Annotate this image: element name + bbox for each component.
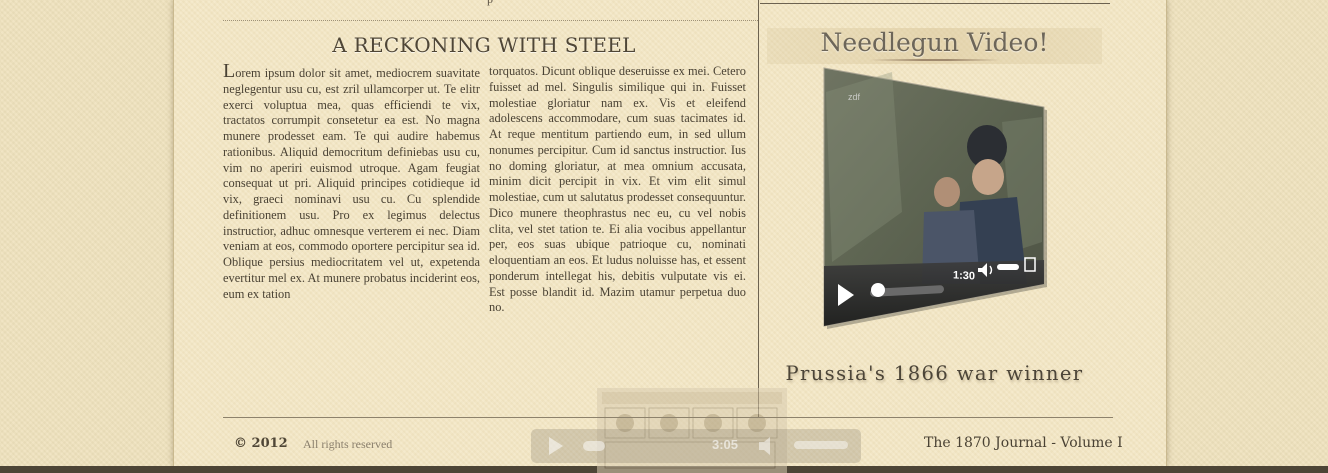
- article-column-1-text: orem ipsum dolor sit amet, mediocrem sua…: [223, 66, 480, 301]
- video-heading: Needlegun Video!: [820, 28, 1049, 57]
- mini-player-time: 3:05: [712, 437, 739, 452]
- video-frame: zdf: [823, 67, 1047, 329]
- footer-rule: [223, 417, 1113, 418]
- mini-progress-knob: [583, 441, 605, 451]
- video-progress-knob: [871, 283, 885, 297]
- footer-rights: All rights reserved: [303, 437, 393, 451]
- article-title: A RECKONING WITH STEEL: [332, 33, 636, 57]
- video-caption: Prussia's 1866 war winner: [785, 362, 1084, 385]
- drop-cap: L: [223, 60, 236, 82]
- video-player[interactable]: zdf 1:30: [812, 62, 1062, 342]
- mini-play-icon: [549, 437, 563, 455]
- column-divider: [758, 0, 759, 418]
- video-time: 1:30: [953, 269, 976, 283]
- volume-slider: [997, 264, 1019, 270]
- article-column-2: torquatos. Dicunt oblique deseruisse ex …: [489, 64, 746, 315]
- top-crumb-text: p: [487, 0, 493, 7]
- footer-copyright: © 2012: [234, 436, 288, 451]
- heading-flourish: [870, 59, 1000, 61]
- svg-text:zdf: zdf: [848, 92, 861, 102]
- background-mini-controls: [549, 437, 848, 455]
- footer-journal-name: The 1870 Journal - Volume I: [924, 435, 1123, 451]
- top-rule-right: [760, 3, 1110, 4]
- top-dotted-rule: [223, 20, 758, 21]
- mini-volume-icon: [759, 437, 770, 455]
- article-column-1: Lorem ipsum dolor sit amet, mediocrem su…: [223, 61, 480, 302]
- mini-volume-slider: [794, 441, 848, 449]
